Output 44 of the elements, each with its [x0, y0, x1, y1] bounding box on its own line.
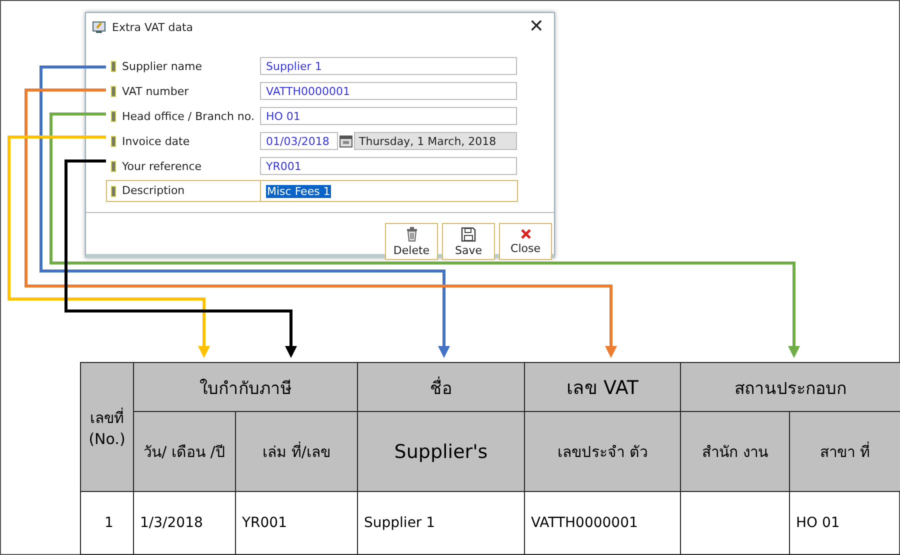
field-label: Invoice date	[122, 134, 191, 148]
pin-icon	[111, 60, 116, 72]
table-cell: 1/3/2018	[134, 492, 236, 555]
input-field[interactable]: YR001	[260, 157, 517, 175]
pin-icon	[111, 86, 116, 96]
table-cell: HO 01	[790, 492, 900, 555]
save-button[interactable]: Save	[442, 223, 495, 260]
field-label: Description	[122, 181, 261, 201]
window-title: Extra VAT data	[112, 20, 194, 34]
table-header: สำนัก งาน	[681, 412, 790, 492]
pin-icon	[111, 110, 116, 122]
table-header: สถานประกอบก	[681, 362, 900, 412]
calendar-icon[interactable]	[339, 134, 353, 148]
field-label: Supplier name	[122, 60, 204, 72]
table-cell: Supplier 1	[358, 492, 525, 555]
table-header: ชื่อ	[358, 362, 525, 412]
table-header: สาขา ที่	[790, 412, 900, 492]
input-field[interactable]: VATTH0000001	[260, 82, 517, 100]
field-label: Your reference	[122, 160, 203, 172]
date-field[interactable]: 01/03/2018	[260, 132, 338, 150]
table-header: เลขประจำ ตัว	[525, 412, 681, 492]
pin-icon	[111, 186, 116, 196]
table-cell: 1	[80, 492, 134, 555]
table-cell: VATTH0000001	[525, 492, 681, 555]
pin-icon	[111, 136, 116, 146]
table-header: เลขที่ (No.)	[80, 362, 134, 492]
table-header: ใบกำกับภาษี	[134, 362, 358, 412]
field-label: Head office / Branch no.	[122, 110, 256, 122]
input-field[interactable]: Supplier 1	[260, 57, 517, 75]
input-field[interactable]: HO 01	[260, 107, 517, 125]
delete-button[interactable]: Delete	[385, 223, 438, 260]
trash-icon	[406, 226, 418, 242]
field-label: VAT number	[122, 84, 190, 98]
long-date-field: Thursday, 1 March, 2018	[354, 132, 517, 150]
input-field[interactable]: Misc Fees 1	[261, 182, 517, 200]
table-cell: YR001	[236, 492, 358, 555]
app-icon	[92, 20, 106, 34]
close-button[interactable]: Close	[499, 223, 552, 260]
table-header: เลข VAT	[525, 362, 681, 412]
close-icon	[520, 228, 532, 240]
table-header: Supplier's	[358, 412, 525, 492]
table-header: เล่ม ที่/เลข	[236, 412, 358, 492]
table-header: วัน/ เดือน /ปี	[134, 412, 236, 492]
pin-icon	[111, 160, 116, 172]
